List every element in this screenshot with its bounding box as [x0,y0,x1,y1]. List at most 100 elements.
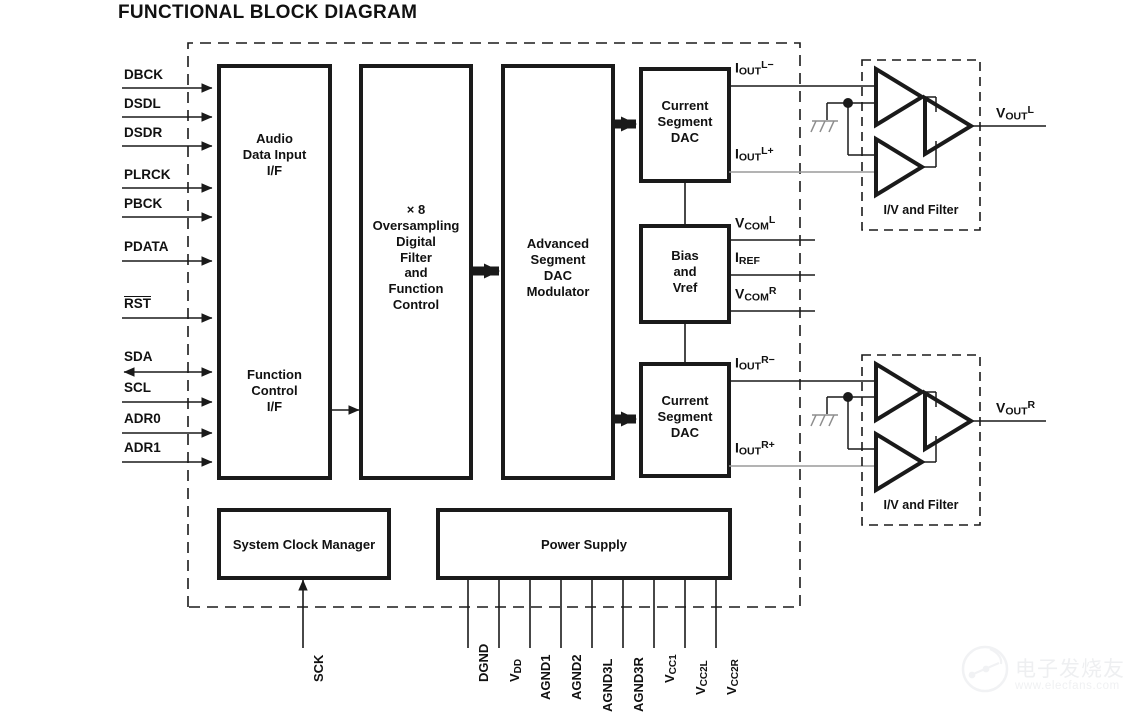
ioutl-plus-sub: OUT [738,151,762,164]
audio-line-3: I/F [266,162,283,178]
block-label-modulator: Advanced Segment DAC Modulator [498,236,618,299]
ioutl-plus-sup: L+ [761,145,774,157]
vcomr-sub: COM [744,291,769,304]
block-audio-data-input [217,64,332,480]
pin-label-agnd1: AGND1 [538,654,553,700]
filter-line-6: Function [388,281,444,297]
funcctrl-line-1: Function [247,367,302,382]
dacleft-line-3: DAC [670,129,700,145]
opamp-left-summing [923,94,975,158]
iv-filter-left-label: I/V and Filter [883,203,959,217]
filter-line-1: × 8 [406,202,426,217]
opamp-left-lower [874,135,926,199]
pin-label-sda: SDA [124,349,153,364]
signal-label-vcom-r: VCOMR [735,286,776,303]
pin-label-adr1: ADR1 [124,440,161,455]
junction-dot-right [843,392,853,402]
filter-line-5: and [404,265,428,281]
ioutr-plus-sub: OUT [738,445,762,458]
filter-line-4: Filter [400,249,432,265]
pin-label-rst: RST [124,296,151,311]
pin-label-plrck: PLRCK [124,167,171,182]
audio-line-2: Data Input [242,146,307,162]
dacleft-line-2: Segment [657,113,713,129]
voutr-sub: OUT [1005,405,1028,418]
signal-label-voutl: VOUTL [996,105,1034,122]
vcoml-sup: L [768,214,776,226]
pin-label-dgnd: DGND [476,643,491,682]
signal-label-ioutr-plus: IOUTR+ [735,440,775,457]
funcctrl-line-2: Control [251,382,298,398]
filter-line-7: Control [392,297,440,313]
block-label-system-clock-manager: System Clock Manager [232,537,376,552]
filter-line-2: Oversampling [372,217,460,233]
voutl-base: V [996,104,1006,121]
ioutr-minus-sub: OUT [738,360,762,373]
pin-label-pdata: PDATA [124,239,169,254]
block-diagram-canvas: FUNCTIONAL BLOCK DIAGRAM DBCK DSDL DSDR … [0,0,1132,715]
voutl-sup: L [1027,104,1034,116]
site-watermark: 电子发烧友 www.elecfans.com [957,639,1132,711]
watermark-url: www.elecfans.com [1015,680,1120,692]
pin-label-agnd3r: AGND3R [631,657,646,712]
voutr-sup: R [1027,399,1036,411]
ioutr-plus-sup: R+ [761,439,775,451]
pin-label-dsdl: DSDL [124,96,161,111]
ground-symbol-right [810,414,838,427]
vcoml-sub: COM [744,220,769,233]
dacright-line-2: Segment [657,408,713,424]
pin-label-vcc2r: VCC2R [724,659,741,695]
pin-label-adr0: ADR0 [124,411,161,426]
supply-pin-stems [467,578,717,648]
pin-label-vcc1: VCC1 [662,654,679,683]
opamp-right-upper [874,360,926,424]
pin-label-agnd3l: AGND3L [600,658,615,712]
pin-label-dbck: DBCK [124,67,163,82]
vcoml-base: V [735,214,745,231]
funcctrl-line-3: I/F [266,398,283,414]
vcomr-base: V [735,285,745,302]
pin-label-vcc2l: VCC2L [693,660,710,695]
iref-sub: REF [738,254,760,267]
bias-line-2: and [673,263,697,279]
ioutr-minus-sup: R− [761,354,775,366]
modulator-line-3: DAC [543,267,573,283]
voutl-sub: OUT [1005,110,1028,123]
voutr-base: V [996,399,1006,416]
pin-label-scl: SCL [124,380,151,395]
filter-line-3: Digital [396,233,436,249]
block-label-function-control: Function Control I/F [219,367,330,415]
opamp-right-lower [874,430,926,494]
input-signal-lines [122,83,213,467]
dacright-line-3: DAC [670,424,700,440]
modulator-line-2: Segment [530,251,586,267]
signal-label-vcom-l: VCOML [735,215,775,232]
watermark-text: 电子发烧友 [1015,657,1125,681]
junction-dot-left [843,98,853,108]
pin-label-vdd: VDD [507,658,524,682]
pin-label-sck: SCK [311,654,326,682]
signal-label-voutr: VOUTR [996,400,1035,417]
block-label-current-dac-right: Current Segment DAC [641,393,729,441]
signal-label-ioutr-minus: IOUTR− [735,355,775,372]
signal-label-ioutl-minus: IOUTL− [735,60,774,77]
bias-line-3: Vref [672,279,698,295]
watermark-logo-icon [961,645,1009,693]
vcomr-sup: R [768,285,777,297]
signal-label-ioutl-plus: IOUTL+ [735,146,774,163]
modulator-line-1: Advanced [526,236,590,251]
modulator-line-4: Modulator [526,283,590,299]
block-label-audio-data-input: Audio Data Input I/F [219,131,330,179]
block-label-power-supply: Power Supply [541,537,627,552]
pin-label-dsdr: DSDR [124,125,163,140]
opamp-left-upper [874,65,926,129]
bias-line-1: Bias [671,248,699,263]
ioutl-minus-sup: L− [761,59,774,71]
block-label-bias-vref: Bias and Vref [641,248,729,296]
dacleft-line-1: Current [661,98,709,113]
ioutl-minus-sub: OUT [738,65,762,78]
ground-symbol-left [810,120,838,133]
dacright-line-1: Current [661,393,709,408]
pin-label-pbck: PBCK [124,196,163,211]
opamp-right-summing [923,389,975,453]
